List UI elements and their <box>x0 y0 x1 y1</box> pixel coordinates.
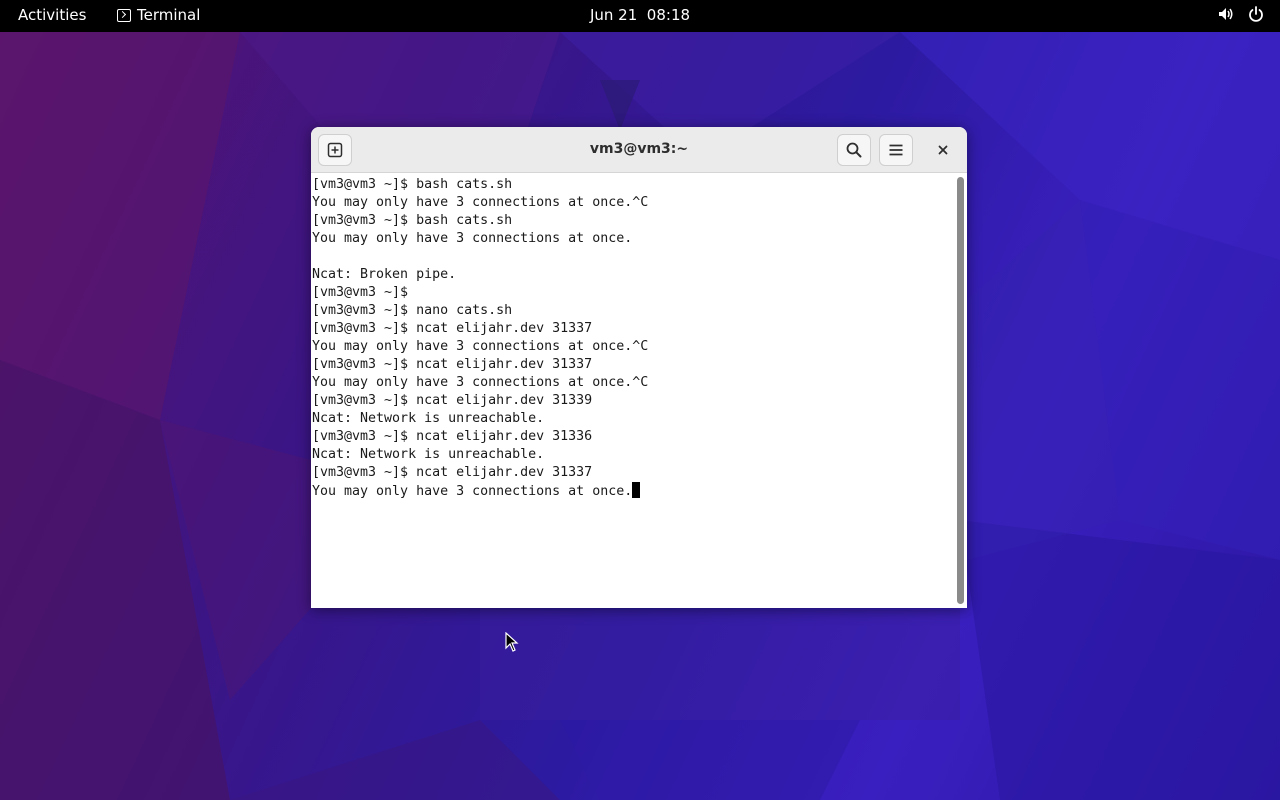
terminal-line: Ncat: Network is unreachable. <box>312 447 545 462</box>
volume-icon[interactable] <box>1218 6 1234 22</box>
menu-icon <box>889 144 903 156</box>
close-button[interactable] <box>926 134 960 166</box>
terminal-line: [vm3@vm3 ~]$ ncat elijahr.dev 31339 <box>312 393 593 408</box>
terminal-line: [vm3@vm3 ~]$ bash cats.sh <box>312 177 513 192</box>
text-cursor <box>632 482 641 498</box>
search-button[interactable] <box>837 134 871 166</box>
app-name-label: Terminal <box>137 6 201 24</box>
terminal-icon <box>117 8 131 22</box>
search-icon <box>846 142 862 158</box>
activities-button[interactable]: Activities <box>18 6 86 24</box>
menu-button[interactable] <box>879 134 913 166</box>
mouse-pointer-icon <box>505 631 519 656</box>
terminal-text: [vm3@vm3 ~]$ bash cats.sh You may only ha… <box>311 173 954 500</box>
terminal-line: [vm3@vm3 ~]$ <box>312 285 409 300</box>
terminal-line: You may only have 3 connections at once. <box>312 482 954 500</box>
scrollbar-thumb[interactable] <box>957 177 964 604</box>
terminal-line: [vm3@vm3 ~]$ ncat elijahr.dev 31337 <box>312 357 593 372</box>
window-headerbar[interactable]: vm3@vm3:~ <box>311 127 967 173</box>
terminal-line: [vm3@vm3 ~]$ ncat elijahr.dev 31337 <box>312 321 593 336</box>
terminal-line: [vm3@vm3 ~]$ ncat elijahr.dev 31336 <box>312 429 593 444</box>
terminal-line: [vm3@vm3 ~]$ ncat elijahr.dev 31337 <box>312 465 593 480</box>
terminal-output[interactable]: [vm3@vm3 ~]$ bash cats.sh You may only ha… <box>311 173 954 608</box>
clock-label[interactable]: Jun 21 08:18 <box>590 6 690 24</box>
terminal-line: You may only have 3 connections at once.… <box>312 375 649 390</box>
close-icon <box>938 145 948 155</box>
activities-label: Activities <box>18 6 87 24</box>
app-menu-terminal[interactable]: Terminal <box>117 6 200 24</box>
top-bar: Activities Terminal Jun 21 08:18 <box>0 0 1280 32</box>
new-tab-icon <box>327 142 343 158</box>
power-icon[interactable] <box>1248 6 1264 22</box>
terminal-line: You may only have 3 connections at once.… <box>312 195 649 210</box>
terminal-line: You may only have 3 connections at once. <box>312 231 633 246</box>
terminal-scrollbar[interactable] <box>954 173 967 608</box>
terminal-line: Ncat: Broken pipe. <box>312 267 457 282</box>
terminal-line: [vm3@vm3 ~]$ nano cats.sh <box>312 303 513 318</box>
new-tab-button[interactable] <box>318 134 352 166</box>
terminal-line: Ncat: Network is unreachable. <box>312 411 545 426</box>
terminal-window: vm3@vm3:~ [vm3@vm3 ~]$ bash cats.sh You m… <box>311 127 967 608</box>
window-title-label: vm3@vm3:~ <box>589 141 689 157</box>
system-tray[interactable] <box>1218 6 1264 22</box>
terminal-line: You may only have 3 connections at once.… <box>312 339 649 354</box>
terminal-line: [vm3@vm3 ~]$ bash cats.sh <box>312 213 513 228</box>
